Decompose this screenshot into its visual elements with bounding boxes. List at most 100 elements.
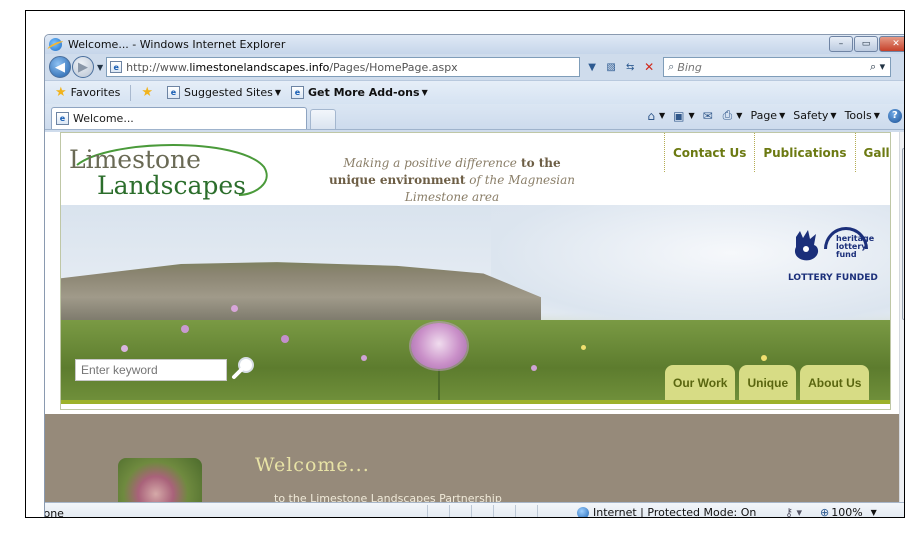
add-favorite-button[interactable]: ★ (141, 85, 157, 100)
page-icon: e (167, 86, 181, 99)
search-input[interactable] (677, 60, 858, 74)
search-icon: ⌕ (668, 60, 675, 73)
safety-menu[interactable]: Safety ▼ (793, 109, 836, 122)
favorites-separator (130, 84, 132, 101)
address-tools: ▼ ▧ ⇆ ✕ (584, 59, 660, 75)
magnifier-search-icon[interactable] (231, 355, 257, 381)
address-bar[interactable]: e http://www.limestonelandscapes.info/Pa… (106, 57, 581, 77)
site-logo[interactable]: Limestone Landscapes (69, 143, 268, 203)
tab-our-work[interactable]: Our Work (665, 365, 736, 400)
site-header: Limestone Landscapes Making a positive d… (61, 133, 890, 205)
site-tagline: Making a positive difference to the uniq… (328, 156, 576, 204)
home-button[interactable]: ⌂ ▼ (647, 109, 665, 123)
welcome-heading: Welcome... (255, 454, 370, 476)
maximize-button[interactable]: ▭ (854, 36, 878, 52)
minimize-button[interactable]: – (829, 36, 853, 52)
page-icon: e (291, 86, 304, 99)
page-icon: e (56, 112, 69, 125)
close-button[interactable]: ✕ (879, 36, 904, 52)
flower-stem (438, 365, 440, 400)
new-tab-button[interactable] (310, 109, 336, 129)
orchid-thumbnail (118, 458, 202, 502)
status-divider (427, 505, 428, 517)
web-page: Limestone Landscapes Making a positive d… (45, 132, 899, 502)
compatibility-view-icon[interactable]: ▧ (603, 59, 619, 75)
refresh-icon[interactable]: ⇆ (622, 59, 638, 75)
tab-welcome[interactable]: e Welcome... (51, 107, 307, 129)
lottery-hand-icon (794, 230, 819, 261)
welcome-section: Welcome... to the Limestone Landscapes P… (45, 414, 899, 502)
tools-menu[interactable]: Tools ▼ (845, 109, 880, 122)
status-divider (493, 505, 494, 517)
printer-icon: ⎙ (722, 108, 733, 122)
screenshot-frame: Welcome... - Windows Internet Explorer –… (25, 10, 905, 518)
back-button[interactable]: ◀ (49, 56, 71, 78)
status-bar: Done Internet | Protected Mode: On ⚷ ▾ ⊕… (44, 502, 904, 518)
zoom-level[interactable]: ⊕ 100% ▼ (820, 506, 877, 518)
nav-publications[interactable]: Publications (754, 133, 856, 172)
window-controls: – ▭ ✕ (828, 36, 904, 52)
address-url: http://www.limestonelandscapes.info/Page… (126, 60, 458, 74)
help-button[interactable]: ?▼ (887, 108, 904, 123)
welcome-subheading: to the Limestone Landscapes Partnership (274, 492, 502, 502)
globe-icon (577, 506, 589, 517)
keyword-search-input[interactable] (75, 359, 227, 381)
star-icon: ★ (55, 85, 67, 100)
address-row: ◀ ▶ ▼ e http://www.limestonelandscapes.i… (45, 54, 904, 80)
window-title: Welcome... - Windows Internet Explorer (68, 38, 286, 51)
browser-window: Welcome... - Windows Internet Explorer –… (44, 34, 904, 518)
mail-icon: ✉ (702, 108, 713, 123)
status-text: Done (44, 506, 64, 518)
search-box[interactable]: ⌕ ⌕ ▾ (663, 57, 892, 77)
scroll-down-arrow[interactable]: ▼ (900, 486, 904, 502)
recent-pages-dropdown[interactable]: ▼ (97, 63, 103, 72)
print-button[interactable]: ⎙ ▼ (723, 108, 743, 123)
status-divider (471, 505, 472, 517)
scroll-thumb[interactable] (902, 148, 904, 320)
status-divider (537, 505, 538, 517)
home-icon: ⌂ (647, 108, 655, 123)
forward-button[interactable]: ▶ (72, 56, 94, 78)
scroll-up-arrow[interactable]: ▲ (900, 132, 904, 148)
lottery-funded-label: LOTTERY FUNDED (788, 273, 878, 283)
tab-about-us[interactable]: About Us (800, 365, 870, 400)
security-zone[interactable]: Internet | Protected Mode: On (577, 506, 756, 517)
suggested-sites-link[interactable]: e Suggested Sites ▼ (167, 86, 281, 99)
page-menu[interactable]: Page ▼ (750, 109, 785, 122)
protected-mode-icon[interactable]: ⚷ ▾ (785, 506, 802, 517)
status-divider (515, 505, 516, 517)
tab-row: e Welcome... ⌂ ▼ ▣ ▼ ✉ ⎙ ▼ Page ▼ Safety ▼ Too… (45, 104, 904, 130)
command-bar: ⌂▼ ▣▼ ✉ ⎙▼ Page▼ Safety▼ Tools▼ ?▼ (639, 108, 904, 123)
title-bar: Welcome... - Windows Internet Explorer –… (45, 35, 904, 54)
site-container: Limestone Landscapes Making a positive d… (60, 132, 891, 410)
zoom-icon: ⊕ (820, 506, 830, 518)
address-dropdown-icon[interactable]: ▼ (584, 59, 600, 75)
logo-line1: Limestone (69, 145, 201, 174)
stop-icon[interactable]: ✕ (641, 59, 657, 75)
feeds-button[interactable]: ▣ ▼ (673, 109, 695, 123)
vertical-scrollbar[interactable]: ▲ ▼ (899, 132, 904, 502)
add-favorite-icon: ★ (141, 85, 154, 100)
tab-unique[interactable]: Unique (739, 365, 797, 400)
page-icon: e (110, 61, 123, 73)
scabious-flower (411, 323, 467, 369)
nav-contact-us[interactable]: Contact Us (664, 133, 756, 172)
ie-logo-icon (49, 38, 62, 51)
heritage-lottery-fund-logo[interactable]: heritage lottery fund LOTTERY FUNDED (788, 223, 878, 287)
logo-line2: Landscapes (97, 171, 246, 200)
heritage-text: heritage lottery fund (836, 234, 875, 259)
top-navigation: Contact Us Publications Gallery (664, 133, 890, 172)
status-divider (449, 505, 450, 517)
help-icon: ? (887, 108, 902, 123)
rss-icon: ▣ (673, 108, 685, 123)
get-more-addons-link[interactable]: e Get More Add-ons ▼ (291, 86, 428, 99)
nav-gallery[interactable]: Gallery (854, 133, 890, 172)
mail-button[interactable]: ✉ (703, 109, 715, 123)
section-tabs: Our Work Unique About Us (661, 365, 870, 400)
favorites-bar: ★ Favorites ★ e Suggested Sites ▼ e Get More… (45, 80, 904, 104)
hero-underline (61, 400, 890, 404)
page-viewport: Limestone Landscapes Making a positive d… (45, 132, 904, 502)
favorites-button[interactable]: ★ Favorites (55, 85, 120, 100)
hero-image: heritagelottery fund LOTTERY FUNDED Our … (61, 205, 890, 400)
search-go-icon[interactable]: ⌕ ▾ (870, 60, 885, 74)
